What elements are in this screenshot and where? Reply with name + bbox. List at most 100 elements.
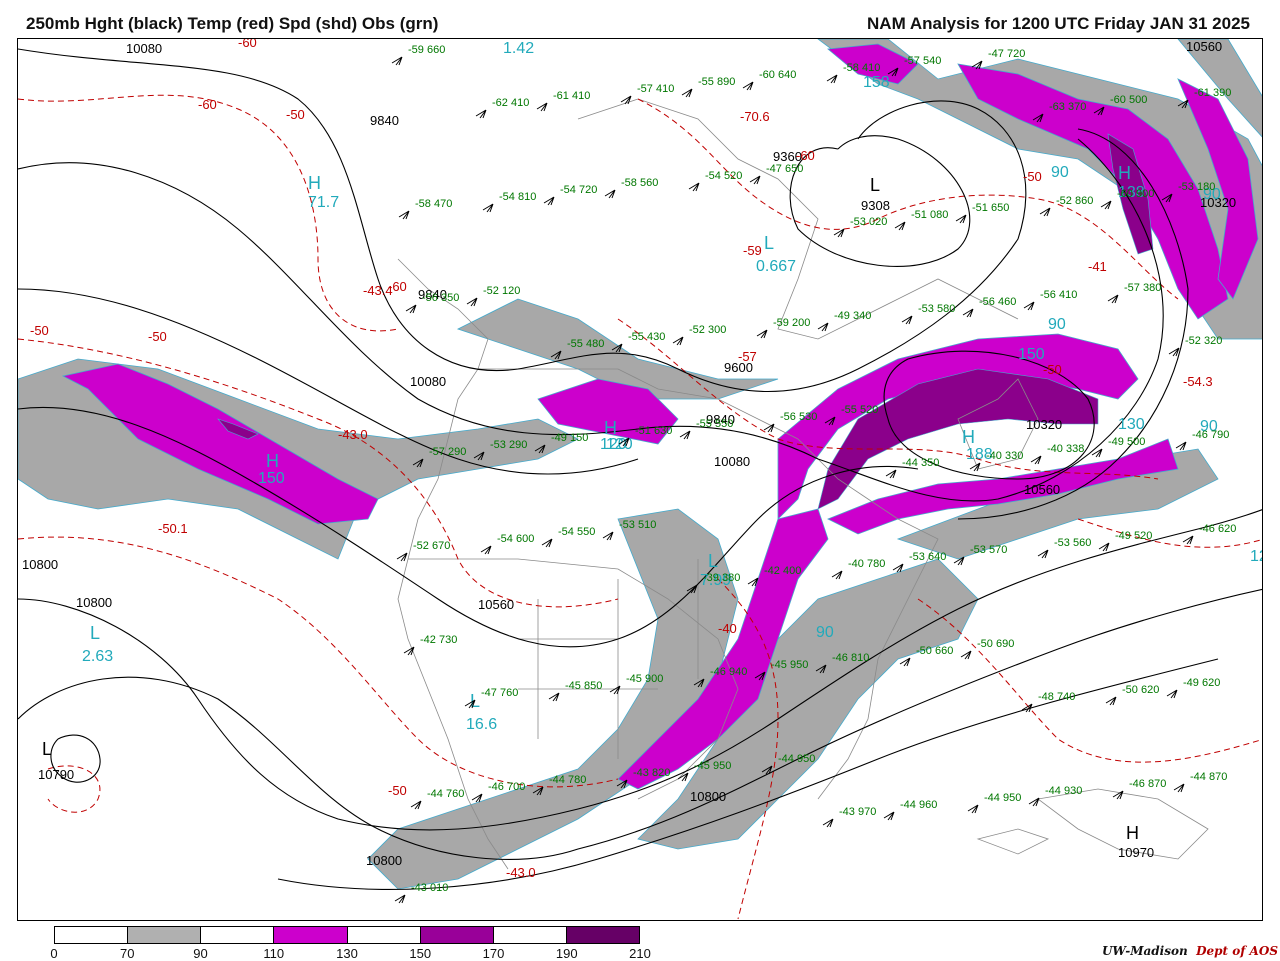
wind-barb bbox=[1028, 797, 1040, 807]
temperature-label: -43.0 bbox=[506, 865, 536, 880]
wind-barb bbox=[894, 221, 906, 231]
legend-swatch bbox=[420, 927, 494, 943]
observation-label: -46 810 bbox=[832, 652, 869, 664]
wind-barb bbox=[1100, 200, 1112, 210]
wind-barb bbox=[756, 329, 768, 339]
observation-label: -49 340 bbox=[834, 310, 871, 322]
observation-label: -44 950 bbox=[984, 792, 1021, 804]
analysis-time: NAM Analysis for 1200 UTC Friday JAN 31 … bbox=[867, 14, 1250, 33]
observation-label: -47 720 bbox=[988, 48, 1025, 60]
observation-label: -63 370 bbox=[1049, 101, 1086, 113]
legend-tick-label: 90 bbox=[193, 946, 208, 961]
observation-label: -57 410 bbox=[637, 83, 674, 95]
observation-label: -47 650 bbox=[766, 163, 803, 175]
wind-barb bbox=[883, 811, 895, 821]
wind-speed-label: 90 bbox=[1051, 164, 1069, 181]
center-marker: H bbox=[266, 451, 279, 471]
wind-barb bbox=[885, 469, 897, 479]
wind-barb bbox=[480, 545, 492, 555]
wind-barb bbox=[466, 297, 478, 307]
wind-barb bbox=[391, 56, 403, 66]
legend-tick-label: 170 bbox=[482, 946, 505, 961]
wind-barb bbox=[541, 538, 553, 548]
wind-barb bbox=[749, 175, 761, 185]
wind-barb bbox=[899, 657, 911, 667]
observation-label: -60 500 bbox=[1110, 94, 1147, 106]
observation-label: -44 350 bbox=[902, 457, 939, 469]
observation-label: -43 970 bbox=[839, 806, 876, 818]
temperature-label: -57 bbox=[738, 349, 757, 364]
temperature-label: -50 bbox=[1023, 169, 1042, 184]
wind-barb bbox=[1105, 696, 1117, 706]
observation-label: -44 930 bbox=[1045, 785, 1082, 797]
legend-swatch bbox=[274, 927, 348, 943]
observation-label: -43 010 bbox=[411, 882, 448, 894]
temperature-label: -40 bbox=[718, 621, 737, 636]
observation-label: -55 430 bbox=[628, 331, 665, 343]
observation-label: -45 950 bbox=[694, 760, 731, 772]
wind-speed-label: 2.63 bbox=[82, 648, 113, 665]
observation-label: -62 410 bbox=[492, 97, 529, 109]
credit-name: UW-Madison bbox=[1101, 944, 1188, 958]
observation-label: -45 900 bbox=[626, 673, 663, 685]
observation-label: -48 740 bbox=[1038, 691, 1075, 703]
observation-label: -58 470 bbox=[415, 198, 452, 210]
observation-label: -55 520 bbox=[841, 404, 878, 416]
observation-label: -43 820 bbox=[633, 767, 670, 779]
wind-barb bbox=[396, 552, 408, 562]
wind-barb bbox=[1182, 535, 1194, 545]
observation-label: -53 180 bbox=[1178, 181, 1215, 193]
observation-label: -46 700 bbox=[488, 781, 525, 793]
observation-label: -42 400 bbox=[764, 565, 801, 577]
wind-barb bbox=[536, 102, 548, 112]
height-label: 10800 bbox=[366, 853, 402, 868]
legend-swatch bbox=[55, 927, 129, 943]
center-marker: L bbox=[870, 175, 880, 195]
observation-label: -53 560 bbox=[1054, 537, 1091, 549]
observation-label: -51 080 bbox=[911, 209, 948, 221]
legend-tick-label: 110 bbox=[263, 946, 285, 961]
observation-label: -46 620 bbox=[1199, 523, 1236, 535]
observation-label: -50 620 bbox=[1122, 684, 1159, 696]
wind-barb bbox=[410, 800, 422, 810]
height-label: 10080 bbox=[126, 41, 162, 56]
wind-barb bbox=[1168, 347, 1180, 357]
temperature-label: -43.0 bbox=[338, 427, 368, 442]
observation-label: -54 600 bbox=[497, 533, 534, 545]
legend-tick-label: 70 bbox=[120, 946, 135, 961]
temperature-label: -70.6 bbox=[740, 109, 770, 124]
temperature-label: -50 bbox=[1043, 362, 1062, 377]
observation-label: -44 960 bbox=[900, 799, 937, 811]
observation-label: -52 300 bbox=[689, 324, 726, 336]
wind-barb bbox=[1173, 783, 1185, 793]
wind-barb bbox=[831, 570, 843, 580]
wind-speed-label: 90 bbox=[1048, 316, 1066, 333]
observation-label: -52 670 bbox=[413, 540, 450, 552]
wind-barb bbox=[543, 196, 555, 206]
weather-map: 10080 9840 9840 10080 10800 10800 10560 9600 984… bbox=[17, 38, 1263, 921]
wind-barb bbox=[1023, 301, 1035, 311]
observation-label: -60 900 bbox=[1117, 188, 1154, 200]
observation-label: -44 870 bbox=[1190, 771, 1227, 783]
wind-barb bbox=[405, 304, 417, 314]
wind-barb bbox=[672, 336, 684, 346]
legend-swatch bbox=[566, 927, 639, 943]
observation-label: -56 410 bbox=[1040, 289, 1077, 301]
observation-label: -49 620 bbox=[1183, 677, 1220, 689]
observation-label: -54 720 bbox=[560, 184, 597, 196]
observation-label: -40 338 bbox=[1047, 443, 1084, 455]
wind-speed-label: 158 bbox=[863, 74, 890, 91]
wind-barb bbox=[548, 692, 560, 702]
wind-barb bbox=[1098, 542, 1110, 552]
observation-label: -55 480 bbox=[567, 338, 604, 350]
legend-swatch bbox=[493, 927, 567, 943]
wind-barb bbox=[826, 74, 838, 84]
observation-label: -50 690 bbox=[977, 638, 1014, 650]
wind-barb bbox=[967, 804, 979, 814]
wind-barb bbox=[742, 81, 754, 91]
wind-barb bbox=[1166, 689, 1178, 699]
wind-barb bbox=[1037, 549, 1049, 559]
temperature-label: -43.4 bbox=[363, 283, 393, 298]
temperature-label: -60 bbox=[796, 148, 815, 163]
wind-barb bbox=[403, 646, 415, 656]
